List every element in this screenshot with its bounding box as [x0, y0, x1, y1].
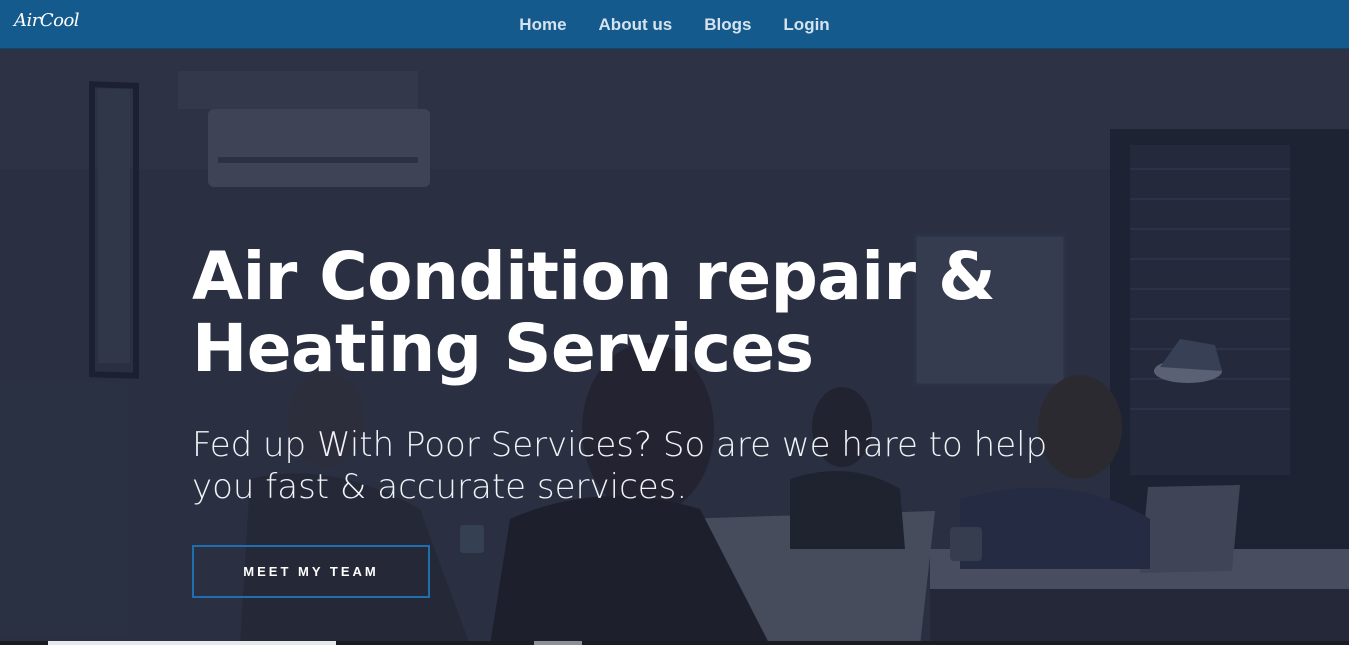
strip-segment	[534, 641, 582, 645]
meet-my-team-button[interactable]: MEET MY TEAM	[192, 545, 430, 598]
nav-blogs-link[interactable]: Blogs	[704, 15, 751, 35]
hero-section: Air Condition repair & Heating Services …	[0, 49, 1349, 645]
top-navbar: AirCool Home About us Blogs Login	[0, 0, 1349, 49]
hero-title: Air Condition repair & Heating Services	[192, 241, 1052, 385]
strip-segment	[48, 641, 336, 645]
nav-home-link[interactable]: Home	[519, 15, 566, 35]
nav-about-link[interactable]: About us	[599, 15, 673, 35]
hero-subtitle: Fed up With Poor Services? So are we har…	[192, 424, 1052, 508]
hero-subtitle-line-2: you fast & accurate services.	[192, 467, 688, 507]
hero-title-line-2: Heating Services	[192, 310, 814, 387]
hero-subtitle-line-1: Fed up With Poor Services? So are we har…	[192, 425, 1048, 465]
nav-login-link[interactable]: Login	[783, 15, 829, 35]
hero-title-line-1: Air Condition repair &	[192, 238, 996, 315]
bottom-edge-strip	[0, 641, 1349, 645]
main-nav: Home About us Blogs Login	[0, 0, 1349, 49]
